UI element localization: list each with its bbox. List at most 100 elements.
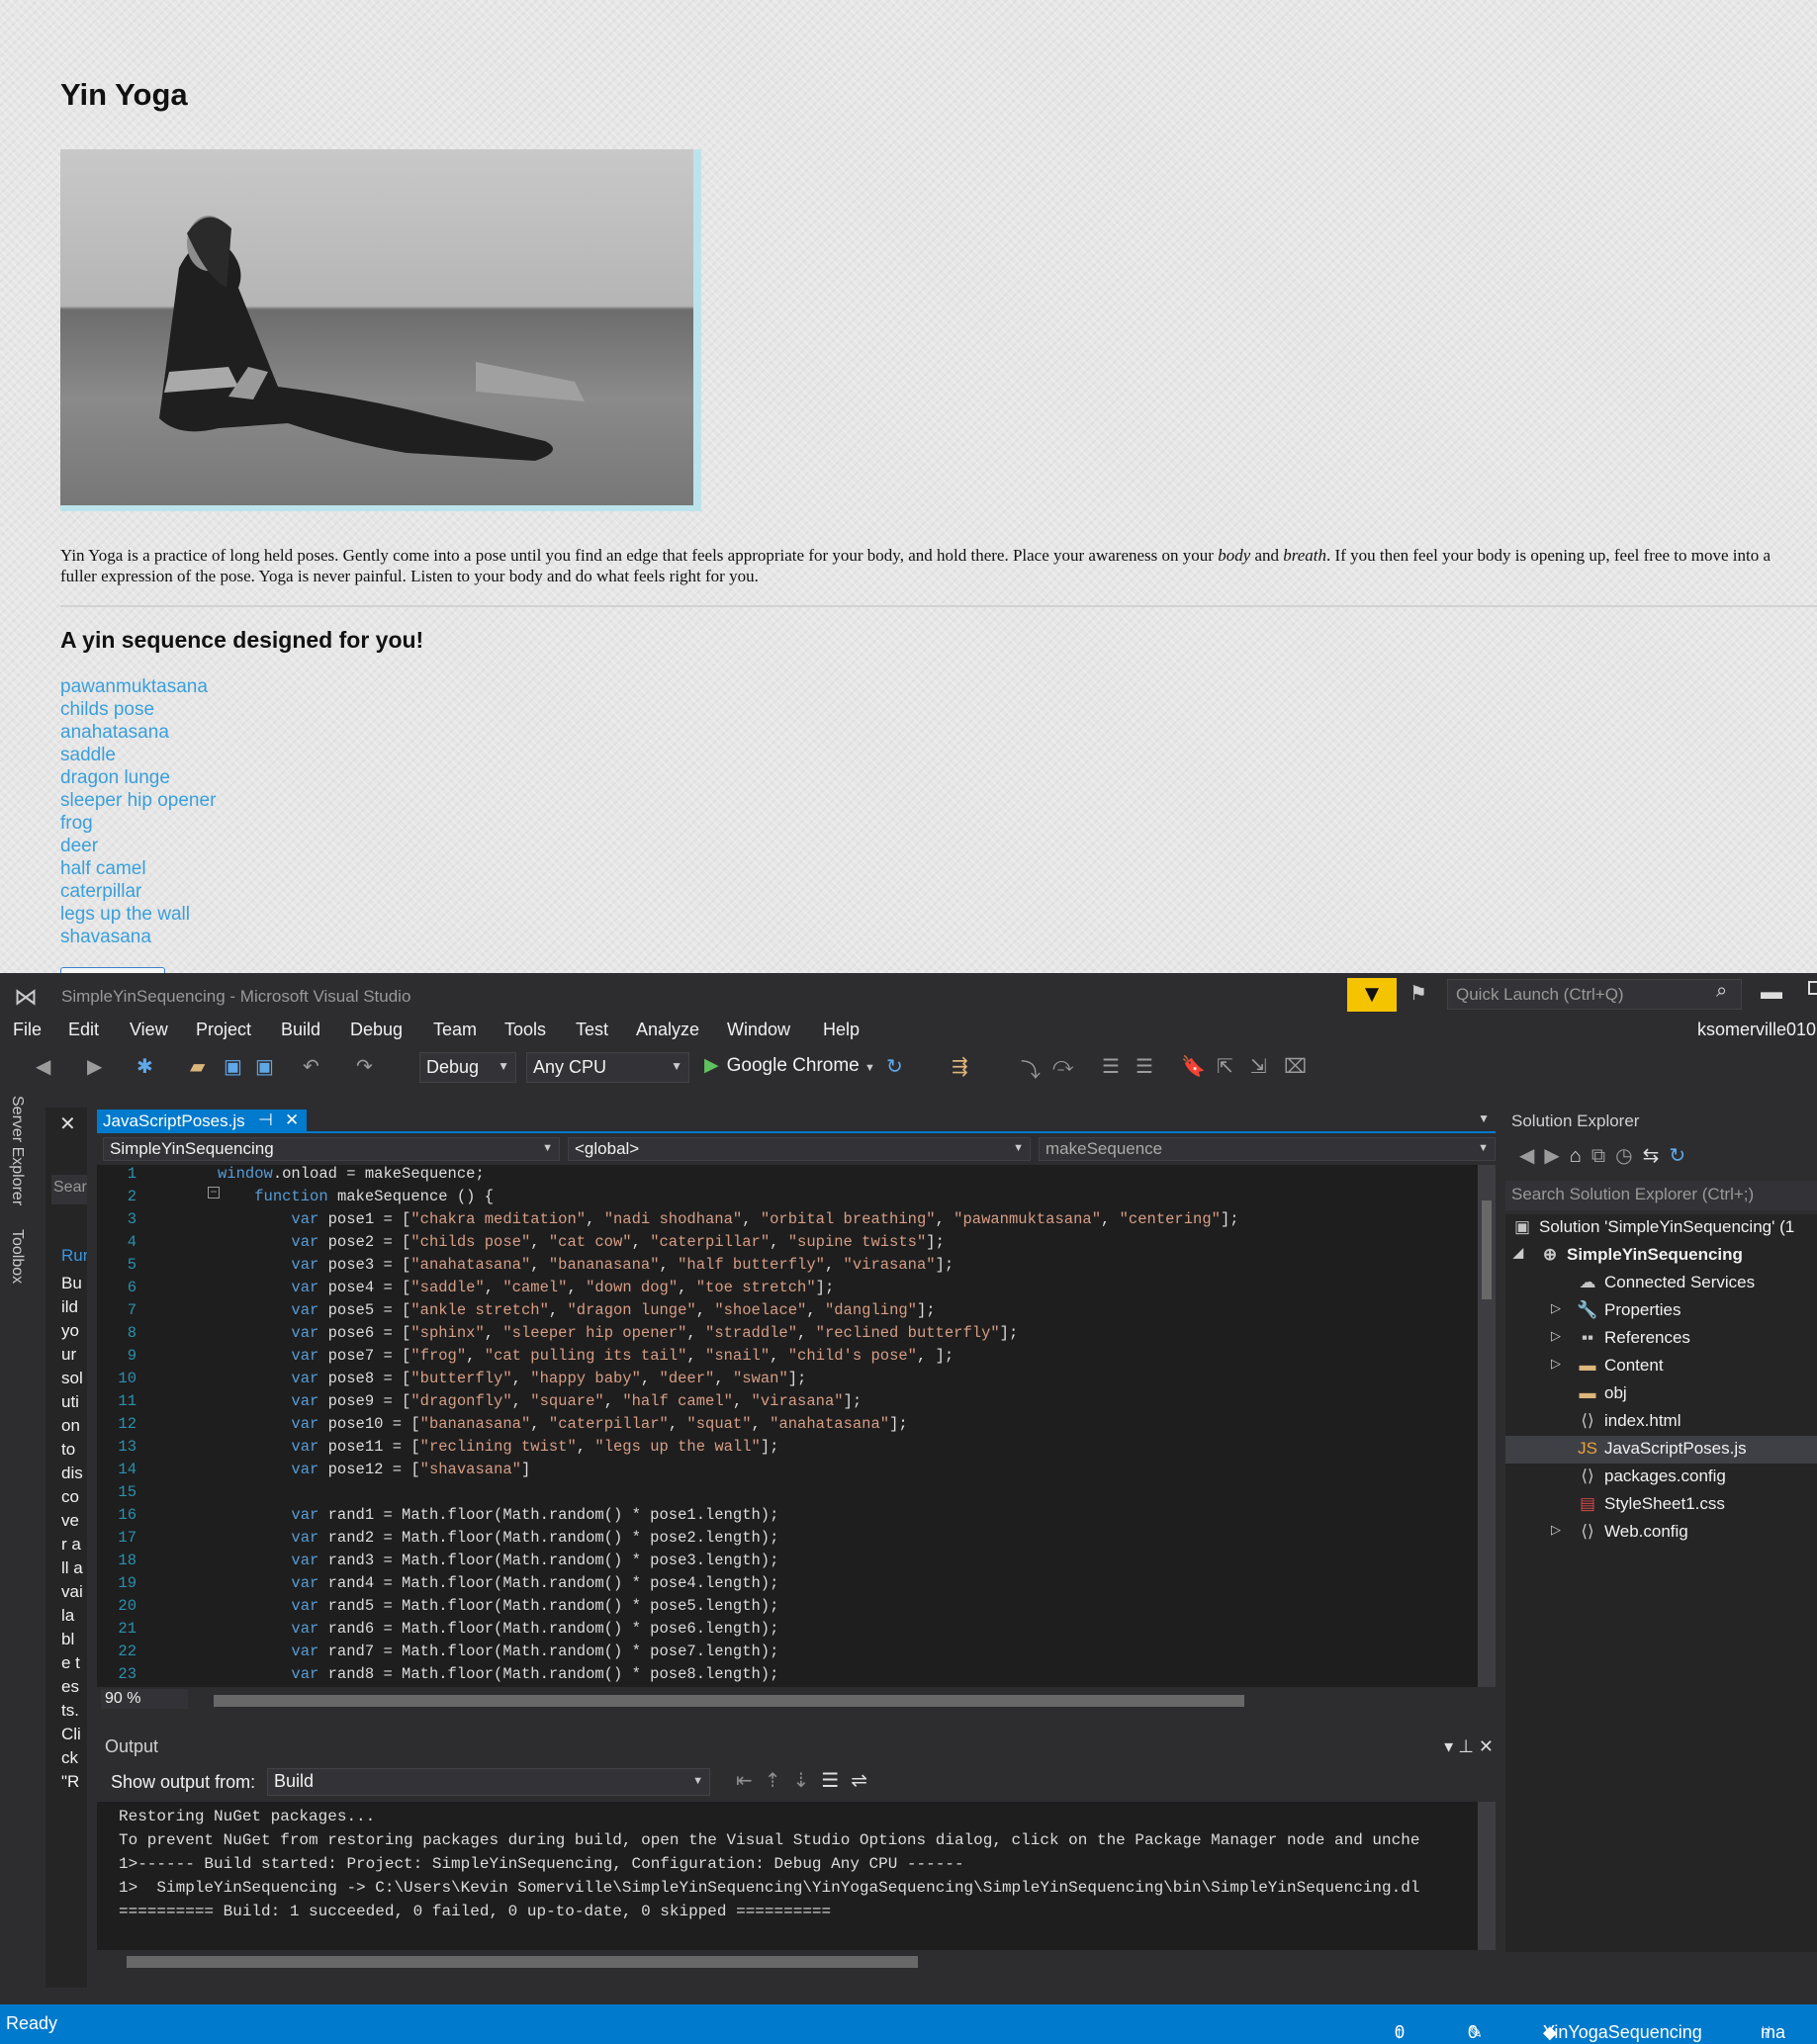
expanded-arrow-icon[interactable]: ◢ (1513, 1245, 1523, 1261)
clear-all-icon[interactable]: ☰ (821, 1770, 851, 1792)
close-icon[interactable]: ✕ (285, 1111, 299, 1130)
scope-dropdown[interactable]: <global> ▼ (568, 1137, 1031, 1161)
menu-view[interactable]: View (130, 1020, 168, 1040)
solution-search-input[interactable]: Search Solution Explorer (Ctrl+;) (1505, 1181, 1817, 1210)
tab-javascriptposes[interactable]: JavaScriptPoses.js ⊣ ✕ (97, 1110, 307, 1133)
sync-icon[interactable]: ⇆ (1643, 1145, 1670, 1167)
minimize-button[interactable]: ▬ (1761, 979, 1782, 1005)
step-over-icon[interactable]: ⤼ (1052, 1054, 1073, 1077)
maximize-button[interactable] (1808, 981, 1817, 995)
collapsed-arrow-icon[interactable]: ▷ (1551, 1356, 1561, 1372)
code-line[interactable]: var pose12 = ["shavasana"] (218, 1461, 530, 1478)
solution-configuration-select[interactable]: Debug ▼ (419, 1052, 516, 1083)
quick-launch-input[interactable]: Quick Launch (Ctrl+Q) (1447, 979, 1742, 1010)
pose-link[interactable]: childs pose (60, 698, 216, 721)
tree-item-web-config[interactable]: ▷ ⟨⟩ Web.config (1551, 1519, 1688, 1547)
pose-link[interactable]: deer (60, 835, 216, 857)
menu-help[interactable]: Help (823, 1020, 860, 1040)
code-line[interactable]: var rand4 = Math.floor(Math.random() * p… (218, 1574, 778, 1592)
menu-analyze[interactable]: Analyze (636, 1020, 699, 1040)
output-horizontal-scrollbar[interactable] (97, 1950, 1496, 1974)
code-line[interactable]: var rand5 = Math.floor(Math.random() * p… (218, 1597, 778, 1615)
tree-item-index-html[interactable]: ⟨⟩ index.html (1577, 1408, 1681, 1436)
pose-link[interactable]: anahatasana (60, 721, 216, 744)
chevron-down-icon[interactable]: ▾ (1444, 1736, 1453, 1756)
code-line[interactable]: var rand7 = Math.floor(Math.random() * p… (218, 1643, 778, 1660)
refresh-browser-icon[interactable]: ↻ (886, 1054, 903, 1079)
switch-views-icon[interactable]: ⧉ (1591, 1145, 1615, 1167)
code-line[interactable]: var pose9 = ["dragonfly", "square", "hal… (218, 1392, 862, 1410)
code-line[interactable]: var pose2 = ["childs pose", "cat cow", "… (218, 1233, 944, 1251)
pose-link[interactable]: half camel (60, 857, 216, 880)
code-line[interactable]: var pose1 = ["chakra meditation", "nadi … (218, 1210, 1238, 1228)
find-message-icon[interactable]: ⇤ (736, 1770, 765, 1792)
pose-link[interactable]: sleeper hip opener (60, 789, 216, 812)
bookmark-icon[interactable]: 🔖 (1181, 1054, 1206, 1079)
pending-changes-icon[interactable]: ◷ (1615, 1145, 1642, 1167)
menu-file[interactable]: File (13, 1020, 42, 1040)
navigate-back-icon[interactable]: ◀ (36, 1054, 50, 1079)
scroll-thumb[interactable] (127, 1956, 918, 1968)
prev-message-icon[interactable]: ⇡ (765, 1770, 793, 1792)
menu-window[interactable]: Window (727, 1020, 790, 1040)
code-line[interactable]: var rand3 = Math.floor(Math.random() * p… (218, 1552, 778, 1569)
solution-platform-select[interactable]: Any CPU ▼ (526, 1052, 689, 1083)
tree-item-references[interactable]: ▷ ▪▪ References (1551, 1325, 1690, 1353)
browser-link-icon[interactable]: ⇶ (952, 1054, 968, 1079)
collapsed-arrow-icon[interactable]: ▷ (1551, 1522, 1561, 1538)
collapsed-arrow-icon[interactable]: ▷ (1551, 1300, 1561, 1316)
project-dropdown[interactable]: SimpleYinSequencing ▼ (103, 1137, 560, 1161)
tab-toolbox[interactable]: Toolbox (8, 1229, 26, 1284)
pin-icon[interactable]: ⊥ (1458, 1736, 1474, 1756)
code-line[interactable]: var rand8 = Math.floor(Math.random() * p… (218, 1665, 778, 1683)
menu-project[interactable]: Project (196, 1020, 251, 1040)
member-dropdown[interactable]: makeSequence ▼ (1039, 1137, 1496, 1161)
collapsed-arrow-icon[interactable]: ▷ (1551, 1328, 1561, 1344)
output-text[interactable]: Restoring NuGet packages... To prevent Nu… (97, 1802, 1478, 1950)
open-file-icon[interactable]: ▰ (190, 1054, 205, 1079)
tree-item-solution[interactable]: ▣ Solution 'SimpleYinSequencing' (1 (1511, 1214, 1794, 1242)
undo-icon[interactable]: ↶ (303, 1054, 319, 1079)
zoom-level-select[interactable]: 90 % (101, 1689, 188, 1709)
tree-item-javascriptposes[interactable]: JS JavaScriptPoses.js (1505, 1436, 1817, 1464)
back-icon[interactable]: ◀ (1519, 1145, 1544, 1167)
editor-vertical-scrollbar[interactable] (1478, 1165, 1496, 1687)
tab-server-explorer[interactable]: Server Explorer (8, 1096, 26, 1205)
menu-tools[interactable]: Tools (504, 1020, 546, 1040)
pose-link[interactable]: caterpillar (60, 880, 216, 903)
user-account[interactable]: ksomerville010 (1697, 1020, 1816, 1040)
pose-link[interactable]: frog (60, 812, 216, 835)
step-into-icon[interactable]: ⤵ (1021, 1054, 1041, 1083)
tree-item-stylesheet[interactable]: ▤ StyleSheet1.css (1577, 1491, 1725, 1519)
code-line[interactable]: var pose11 = ["reclining twist", "legs u… (218, 1438, 778, 1456)
prev-bookmark-icon[interactable]: ⇱ (1217, 1054, 1233, 1079)
navigate-forward-icon[interactable]: ▶ (87, 1054, 102, 1079)
code-line[interactable]: var rand1 = Math.floor(Math.random() * p… (218, 1506, 778, 1524)
code-line[interactable]: window.onload = makeSequence; (218, 1165, 485, 1183)
pose-link[interactable]: shavasana (60, 926, 216, 948)
pose-link[interactable]: pawanmuktasana (60, 675, 216, 698)
editor-horizontal-scrollbar[interactable]: 90 % (97, 1689, 1478, 1711)
menu-edit[interactable]: Edit (68, 1020, 99, 1040)
tree-item-content[interactable]: ▷ ▬ Content (1551, 1353, 1664, 1380)
scroll-thumb[interactable] (214, 1695, 1244, 1707)
run-all-link[interactable]: Run (61, 1246, 87, 1266)
test-search-input[interactable]: Sear (51, 1175, 87, 1204)
search-icon[interactable]: ⌕ (1716, 980, 1727, 1003)
home-icon[interactable]: ⌂ (1570, 1145, 1591, 1167)
outdent-icon[interactable]: ☰ (1102, 1054, 1120, 1079)
save-all-icon[interactable]: ▣ (255, 1054, 274, 1079)
code-line[interactable]: var rand2 = Math.floor(Math.random() * p… (218, 1529, 778, 1547)
redo-icon[interactable]: ↷ (356, 1054, 373, 1079)
output-vertical-scrollbar[interactable] (1478, 1802, 1496, 1950)
word-wrap-icon[interactable]: ⇌ (851, 1770, 879, 1792)
menu-team[interactable]: Team (433, 1020, 477, 1040)
menu-debug[interactable]: Debug (350, 1020, 403, 1040)
start-debugging-button[interactable]: ▶ Google Chrome ▼ (704, 1054, 875, 1077)
scroll-thumb[interactable] (1482, 1200, 1492, 1299)
feedback-icon[interactable]: ⚑ (1409, 981, 1427, 1006)
tree-item-obj[interactable]: ▬ obj (1577, 1380, 1627, 1408)
tab-list-dropdown-icon[interactable]: ▼ (1478, 1111, 1490, 1125)
menu-build[interactable]: Build (281, 1020, 320, 1040)
clear-bookmarks-icon[interactable]: ⌧ (1284, 1054, 1307, 1079)
